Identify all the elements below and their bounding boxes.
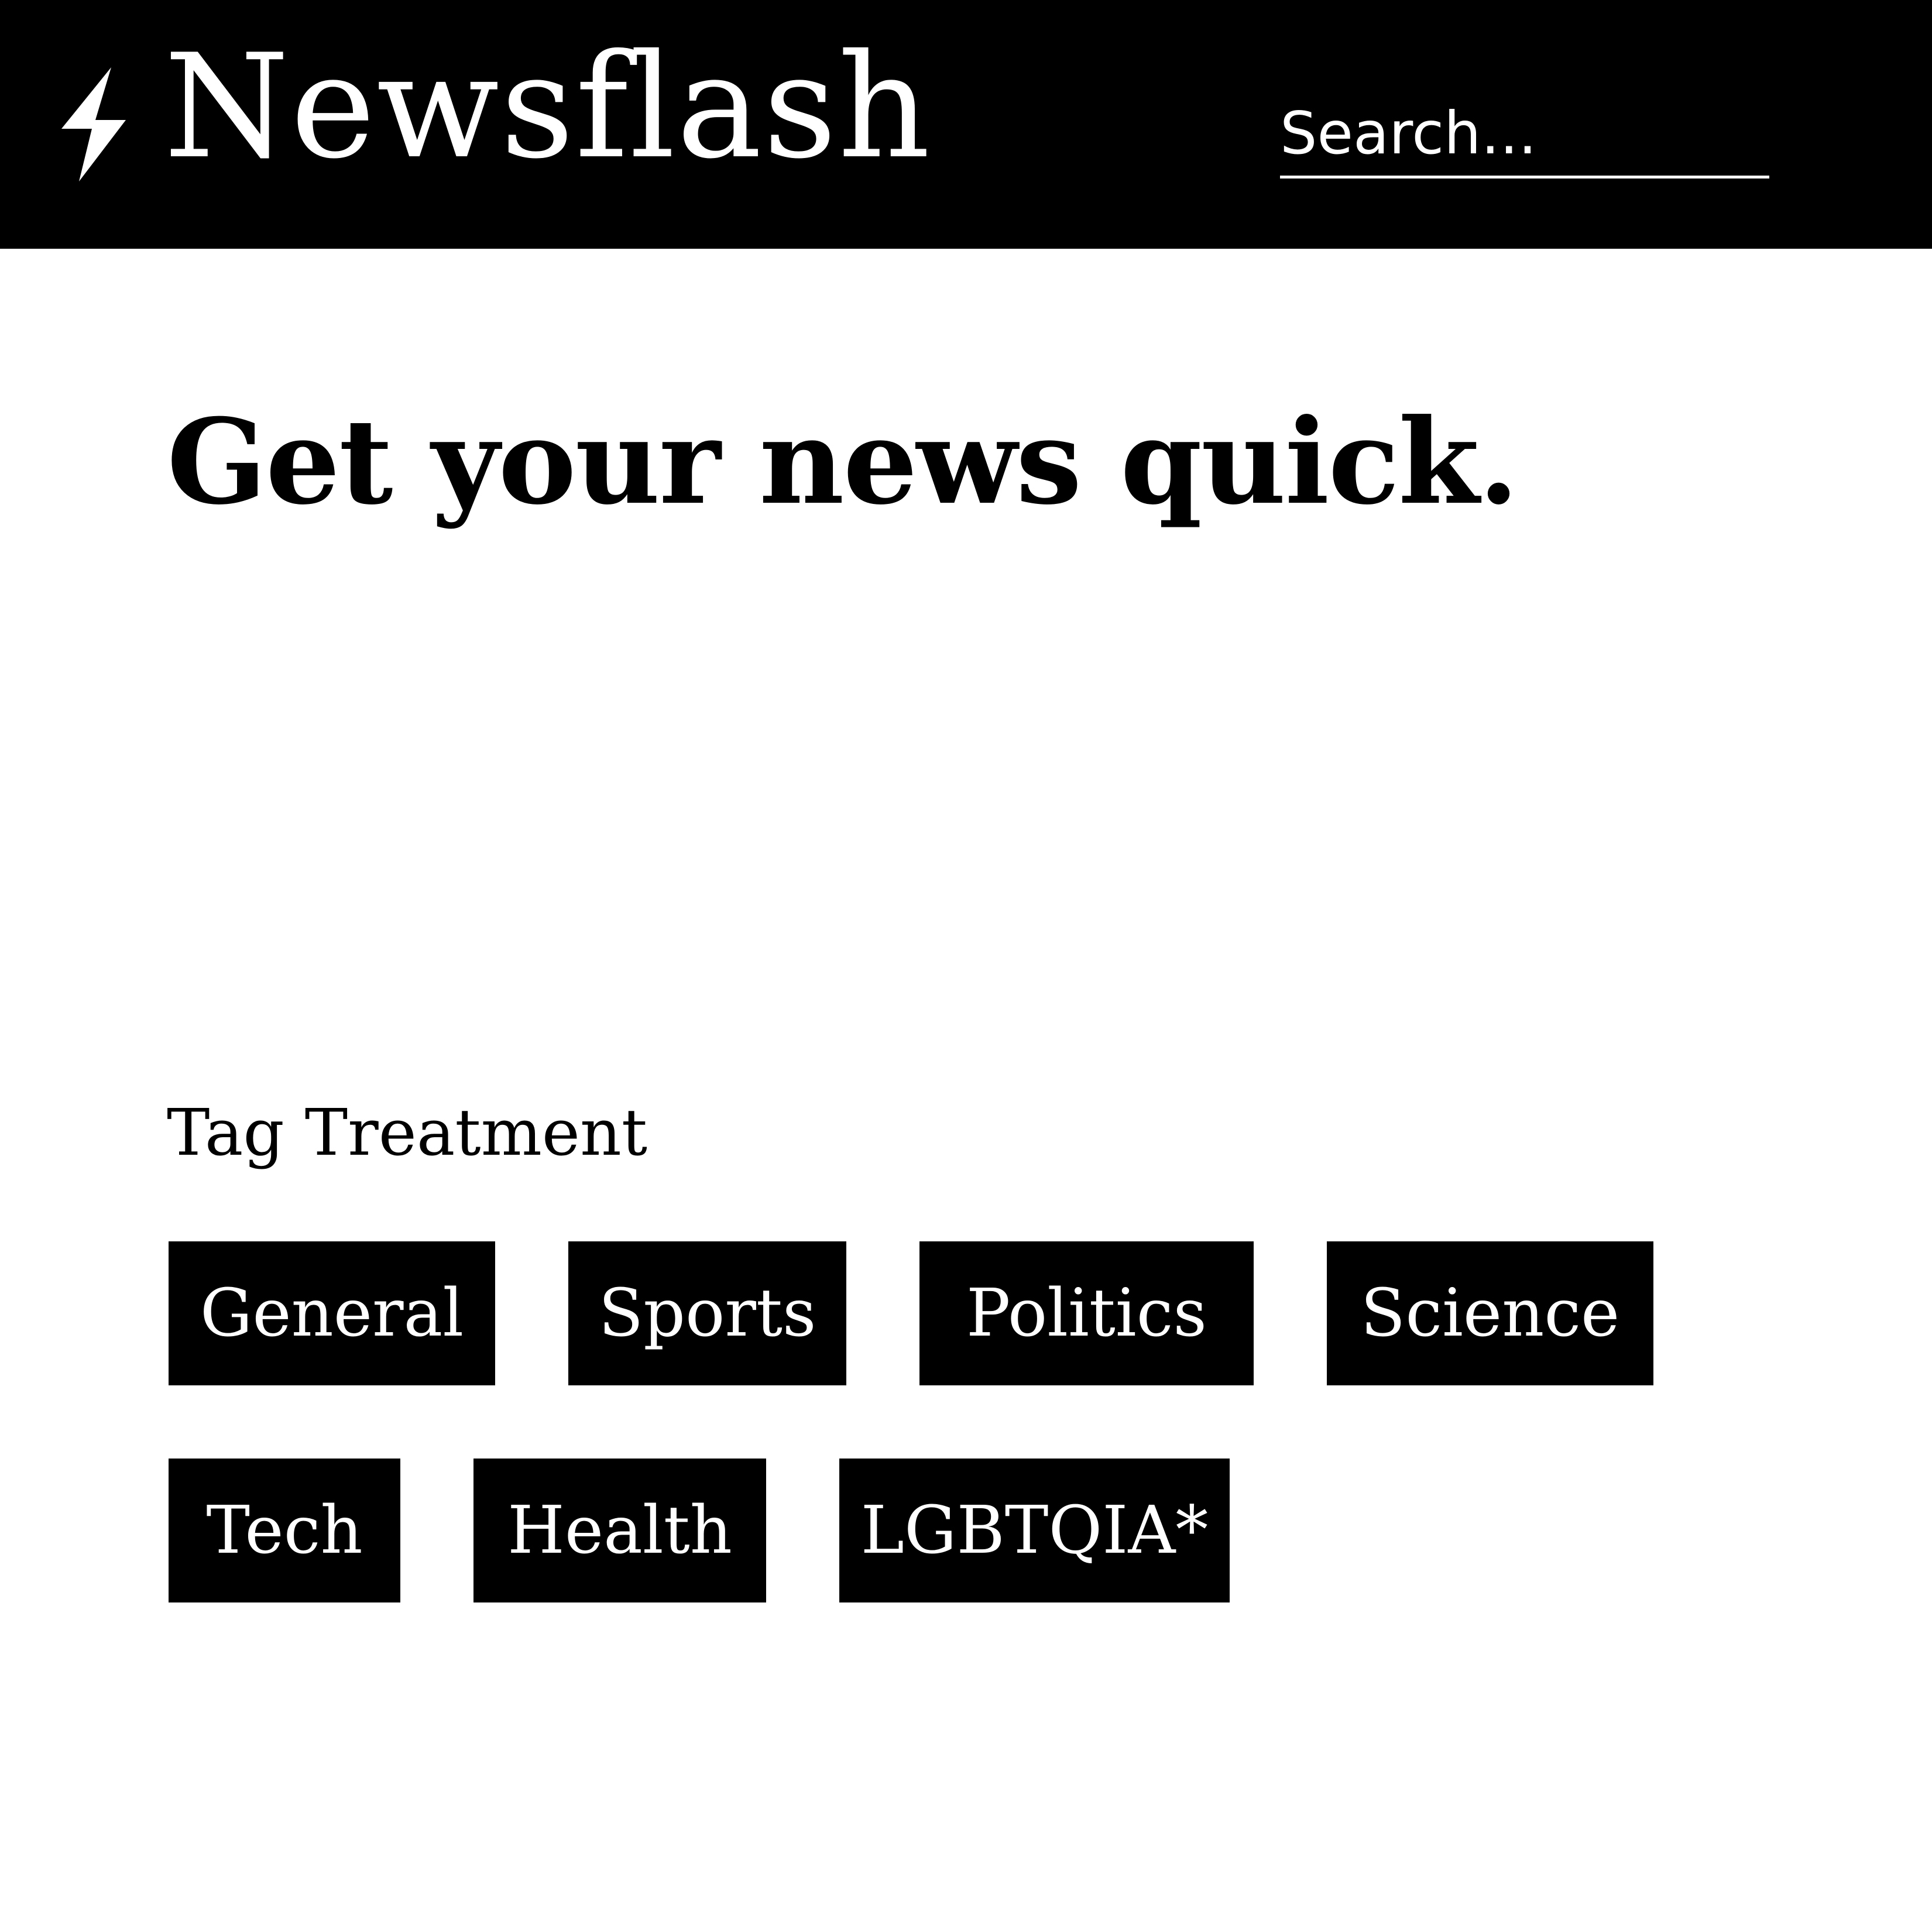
page-headline: Get your news quick. (167, 393, 1519, 531)
search-box[interactable] (1280, 88, 1769, 179)
brand-name[interactable]: Newsflash (164, 35, 931, 179)
section-label: Tag Treatment (167, 1095, 648, 1170)
tag-tech[interactable]: Tech (169, 1459, 400, 1602)
site-header: Newsflash (0, 0, 1932, 249)
lightning-bolt-icon (61, 67, 126, 181)
tag-lgbtqia[interactable]: LGBTQIA* (839, 1459, 1230, 1602)
tag-politics[interactable]: Politics (919, 1241, 1254, 1385)
tag-science[interactable]: Science (1327, 1241, 1653, 1385)
tag-sports[interactable]: Sports (568, 1241, 846, 1385)
tag-health[interactable]: Health (473, 1459, 766, 1602)
tag-general[interactable]: General (169, 1241, 495, 1385)
search-input[interactable] (1280, 99, 1769, 167)
